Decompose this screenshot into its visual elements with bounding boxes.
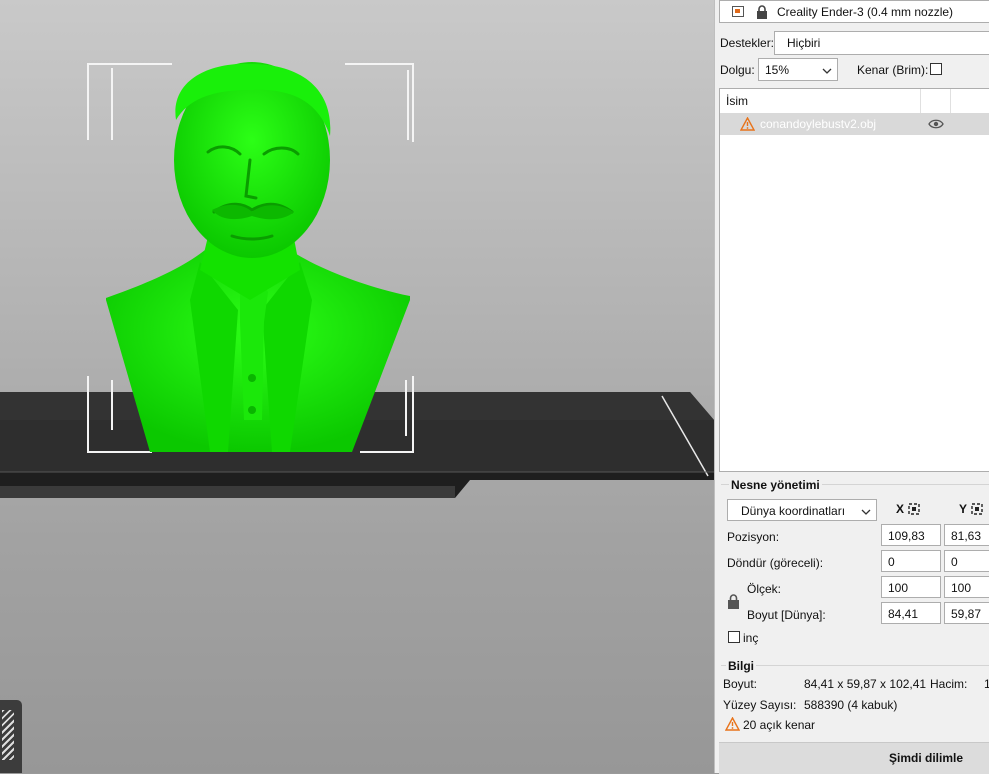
printer-icon <box>732 6 744 17</box>
column-name-header[interactable]: İsim <box>726 94 748 108</box>
coordinate-system-select[interactable]: Dünya koordinatları <box>727 499 877 521</box>
size-y-input[interactable]: 59,87 <box>944 602 989 624</box>
3d-viewport[interactable] <box>0 0 714 773</box>
warning-icon <box>724 716 741 734</box>
sidebar-panel: Creality Ender-3 (0.4 mm nozzle) Destekl… <box>714 0 989 774</box>
info-volume-label: Hacim: <box>930 677 968 691</box>
drop-to-bed-icon <box>971 503 983 515</box>
printer-selector[interactable]: Creality Ender-3 (0.4 mm nozzle) <box>719 0 989 23</box>
infill-value: 15% <box>765 63 790 77</box>
slice-now-button[interactable]: Şimdi dilimle <box>719 742 989 774</box>
supports-value: Hiçbiri <box>787 36 821 50</box>
brim-checkbox[interactable] <box>930 63 942 75</box>
info-volume-value: 1 <box>984 677 989 691</box>
slice-now-label: Şimdi dilimle <box>889 751 964 765</box>
info-warning-text: 20 açık kenar <box>743 718 816 732</box>
rotate-y-input[interactable]: 0 <box>944 550 989 572</box>
coordinate-system-value: Dünya koordinatları <box>741 504 846 518</box>
rotate-label: Döndür (göreceli): <box>727 556 824 570</box>
object-list-header: İsim <box>720 89 989 114</box>
position-y-input[interactable]: 81,63 <box>944 524 989 546</box>
inches-label: inç <box>743 631 759 645</box>
lock-icon[interactable] <box>727 594 740 612</box>
object-list[interactable]: İsim conandoylebustv2.obj <box>719 88 989 472</box>
scale-x-input[interactable]: 100 <box>881 576 941 598</box>
stripes-icon <box>2 710 14 760</box>
chevron-down-icon <box>822 64 832 78</box>
position-x-input[interactable]: 109,83 <box>881 524 941 546</box>
scale-y-input[interactable]: 100 <box>944 576 989 598</box>
warning-icon <box>739 116 756 134</box>
collapse-toggle-button[interactable] <box>0 700 22 773</box>
info-facets-label: Yüzey Sayısı: <box>723 698 797 712</box>
scale-label: Ölçek: <box>747 582 782 596</box>
lock-icon <box>756 5 768 22</box>
object-name: conandoylebustv2.obj <box>760 117 877 131</box>
info-facets-value: 588390 (4 kabuk) <box>804 698 898 712</box>
info-title: Bilgi <box>726 659 756 673</box>
inches-checkbox[interactable] <box>728 631 740 643</box>
brim-label: Kenar (Brim): <box>857 63 929 77</box>
info-size-label: Boyut: <box>723 677 758 691</box>
eye-icon[interactable] <box>928 118 944 132</box>
size-label: Boyut [Dünya]: <box>747 608 826 622</box>
supports-label: Destekler: <box>720 36 775 50</box>
position-label: Pozisyon: <box>727 530 780 544</box>
list-item[interactable]: conandoylebustv2.obj <box>720 113 989 135</box>
size-x-input[interactable]: 84,41 <box>881 602 941 624</box>
drop-to-bed-icon <box>908 503 920 515</box>
infill-label: Dolgu: <box>720 63 755 77</box>
axis-x-header: X <box>896 502 921 516</box>
object-manipulation-title: Nesne yönetimi <box>729 478 822 492</box>
rotate-x-input[interactable]: 0 <box>881 550 941 572</box>
info-size-value: 84,41 x 59,87 x 102,41 <box>804 677 927 691</box>
supports-select[interactable]: Hiçbiri <box>774 31 989 55</box>
axis-y-header: Y <box>959 502 984 516</box>
infill-select[interactable]: 15% <box>758 58 838 81</box>
printer-name: Creality Ender-3 (0.4 mm nozzle) <box>777 5 954 19</box>
model-bust[interactable] <box>0 0 714 773</box>
chevron-down-icon <box>861 505 871 519</box>
